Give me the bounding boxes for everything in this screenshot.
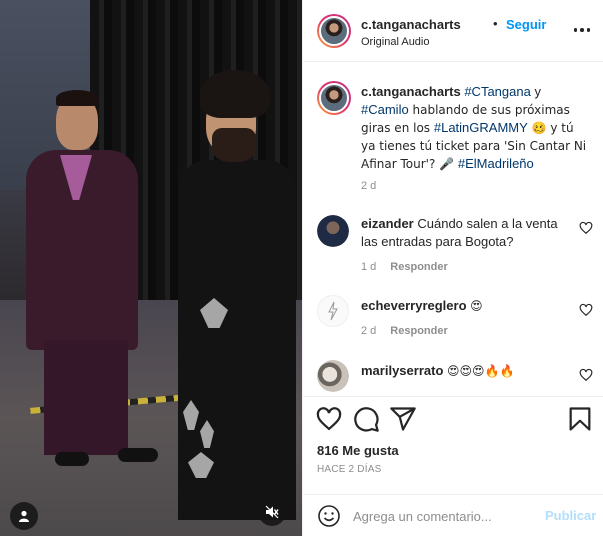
publish-button[interactable]: Publicar — [545, 508, 596, 523]
hashtag-link[interactable]: #ElMadrileño — [458, 156, 534, 171]
reply-button[interactable]: Responder — [390, 325, 447, 337]
video-person-right-beard — [212, 128, 256, 162]
comment-text: marilyserrato 😍😍😍🔥🔥 — [361, 362, 566, 380]
video-person-left-legs — [44, 340, 128, 455]
user-tag-icon — [19, 510, 29, 522]
comment-meta: 2 d Responder — [361, 325, 448, 337]
caption-fragment: y — [530, 84, 541, 99]
more-options-icon — [573, 28, 578, 32]
post-video[interactable] — [0, 0, 302, 536]
mute-button[interactable] — [258, 498, 286, 526]
hashtag-link[interactable]: #CTangana — [464, 84, 531, 99]
heart-icon[interactable] — [579, 303, 593, 317]
separator-dot: • — [493, 16, 498, 31]
author-avatar[interactable] — [317, 81, 351, 115]
hashtag-link[interactable]: #LatinGRAMMY — [434, 120, 528, 135]
instagram-post: c.tanganacharts • Seguir Original Audio … — [0, 0, 603, 536]
author-username[interactable]: c.tanganacharts — [361, 17, 461, 32]
commenter-avatar[interactable] — [317, 295, 349, 327]
commenter-username[interactable]: eizander — [361, 216, 414, 231]
post-sidebar: c.tanganacharts • Seguir Original Audio … — [302, 0, 603, 536]
comments-list[interactable]: c.tanganacharts #CTangana y #Camilo habl… — [303, 63, 603, 395]
post-actions: 816 Me gusta HACE 2 DÍAS — [303, 396, 603, 476]
heart-icon[interactable] — [579, 221, 593, 235]
comment-body: 😍 — [470, 299, 483, 313]
comment-timestamp[interactable]: 2 d — [361, 325, 376, 337]
video-person-left-shoe — [118, 448, 158, 462]
comment-body: 😍😍😍🔥🔥 — [447, 364, 515, 378]
commenter-avatar[interactable] — [317, 360, 349, 392]
commenter-username[interactable]: marilyserrato — [361, 363, 443, 378]
comment-icon[interactable] — [352, 405, 380, 433]
logo-icon — [328, 301, 338, 321]
emoji-icon[interactable] — [317, 504, 341, 528]
mute-icon — [265, 505, 279, 519]
caption-timestamp[interactable]: 2 d — [361, 180, 376, 192]
hashtag-link[interactable]: #Camilo — [361, 102, 409, 117]
caption-text: c.tanganacharts #CTangana y #Camilo habl… — [361, 83, 591, 173]
tagged-users-button[interactable] — [10, 502, 38, 530]
video-person-left-shoe — [55, 452, 89, 466]
comment-text: echeverryreglero 😍 — [361, 297, 566, 315]
post-header: c.tanganacharts • Seguir Original Audio — [303, 0, 603, 62]
video-person-right-hair — [200, 70, 270, 118]
add-comment-bar: Publicar — [303, 494, 603, 536]
audio-label[interactable]: Original Audio — [361, 36, 430, 48]
caption-username[interactable]: c.tanganacharts — [361, 84, 461, 99]
more-options-button[interactable] — [571, 22, 593, 38]
video-person-left-hair — [56, 90, 98, 106]
comment-meta: 1 d Responder — [361, 261, 448, 273]
heart-icon[interactable] — [315, 405, 343, 433]
comment-text: eizander Cuándo salen a la venta las ent… — [361, 215, 566, 251]
follow-button[interactable]: Seguir — [506, 17, 546, 32]
commenter-avatar[interactable] — [317, 215, 349, 247]
comment-input[interactable] — [353, 505, 543, 527]
post-timestamp[interactable]: HACE 2 DÍAS — [317, 464, 381, 475]
share-icon[interactable] — [389, 405, 417, 433]
author-avatar[interactable] — [317, 14, 351, 48]
commenter-username[interactable]: echeverryreglero — [361, 298, 467, 313]
reply-button[interactable]: Responder — [390, 261, 447, 273]
heart-icon[interactable] — [579, 368, 593, 382]
save-icon[interactable] — [566, 405, 594, 433]
likes-count[interactable]: 816 Me gusta — [317, 443, 399, 458]
comment-timestamp[interactable]: 1 d — [361, 261, 376, 273]
